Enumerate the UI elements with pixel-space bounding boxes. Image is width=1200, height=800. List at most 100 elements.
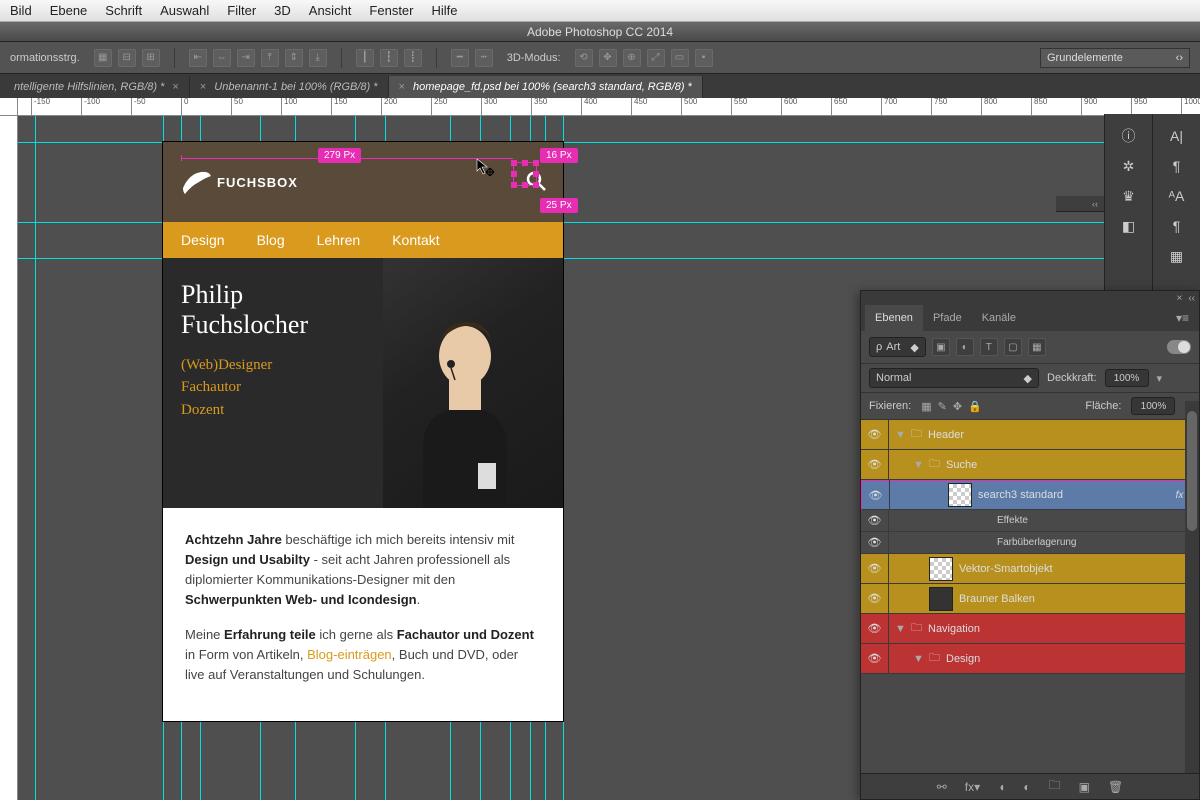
character-panel-icon[interactable]: A| (1153, 122, 1200, 150)
close-icon[interactable]: × (399, 81, 405, 93)
menu-item[interactable]: Fenster (369, 3, 413, 18)
layer-row[interactable]: 👁▼🗀Navigation (861, 614, 1199, 644)
guide[interactable] (35, 116, 36, 800)
visibility-icon[interactable]: 👁 (861, 450, 889, 480)
align-left-icon[interactable]: ⇤ (189, 49, 207, 67)
menu-item[interactable]: Auswahl (160, 3, 209, 18)
menu-item[interactable]: 3D (274, 3, 291, 18)
lock-all-icon[interactable]: 🔒 (968, 400, 982, 413)
filter-type-icon[interactable]: T (980, 338, 998, 356)
close-icon[interactable]: × (1176, 293, 1182, 304)
close-icon[interactable]: × (172, 81, 178, 93)
visibility-icon[interactable]: 👁 (861, 584, 889, 614)
distribute-icon[interactable]: ┋ (404, 49, 422, 67)
new-layer-icon[interactable]: ▣ (1079, 780, 1090, 794)
info-panel-icon[interactable]: ⓘ (1105, 122, 1152, 150)
dropdown-icon[interactable]: ▾ (1157, 372, 1163, 385)
doc-tab[interactable]: ×homepage_fd.psd bei 100% (search3 stand… (389, 76, 703, 98)
filter-shape-icon[interactable]: ▢ (1004, 338, 1022, 356)
align-center-icon[interactable]: ⇔ (213, 49, 231, 67)
align-right-icon[interactable]: ⇥ (237, 49, 255, 67)
visibility-icon[interactable]: 👁 (862, 480, 890, 510)
delete-layer-icon[interactable]: 🗑 (1108, 780, 1123, 794)
distribute-icon[interactable]: ┇ (380, 49, 398, 67)
tab-layers[interactable]: Ebenen (865, 305, 923, 331)
close-icon[interactable]: × (200, 81, 206, 93)
menu-item[interactable]: Ansicht (309, 3, 352, 18)
layer-row[interactable]: 👁Brauner Balken (861, 584, 1199, 614)
move-icon[interactable]: ⊕ (623, 49, 641, 67)
filter-toggle[interactable] (1167, 340, 1191, 354)
swatches-icon[interactable]: ▦ (1153, 242, 1200, 270)
glyphs-icon[interactable]: ᴬA (1153, 182, 1200, 210)
orbit-icon[interactable]: ⟲ (575, 49, 593, 67)
scrollbar[interactable] (1185, 401, 1199, 773)
ruler-vertical[interactable] (0, 116, 18, 800)
layer-row[interactable]: 👁▼🗀Header (861, 420, 1199, 450)
filter-pixel-icon[interactable]: ▣ (932, 338, 950, 356)
doc-tab[interactable]: ×Unbenannt-1 bei 100% (RGB/8) * (190, 76, 389, 98)
panel-chrome[interactable]: × ‹‹ (861, 291, 1199, 305)
lock-transparent-icon[interactable]: ▦ (921, 400, 931, 413)
filter-smart-icon[interactable]: ▦ (1028, 338, 1046, 356)
align-icon[interactable]: ⊟ (118, 49, 136, 67)
layer-filter-dropdown[interactable]: ρArt◆ (869, 337, 926, 357)
visibility-icon[interactable]: 👁 (861, 614, 889, 644)
tab-paths[interactable]: Pfade (923, 305, 972, 331)
scale-icon[interactable]: ⤢ (647, 49, 665, 67)
blend-mode-dropdown[interactable]: Normal◆ (869, 368, 1039, 388)
workspace-dropdown[interactable]: Grundelemente‹› (1040, 48, 1190, 68)
lock-position-icon[interactable]: ✥ (953, 400, 962, 413)
layers-icon[interactable]: ◧ (1105, 212, 1152, 240)
visibility-icon[interactable]: 👁 (861, 554, 889, 584)
align-top-icon[interactable]: ⤒ (261, 49, 279, 67)
fill-input[interactable]: 100% (1131, 397, 1175, 415)
align-bottom-icon[interactable]: ⤓ (309, 49, 327, 67)
distribute-icon[interactable]: ┅ (475, 49, 493, 67)
mac-menubar[interactable]: Bild Ebene Schrift Auswahl Filter 3D Ans… (0, 0, 1200, 22)
layer-mask-icon[interactable]: ◖ (998, 780, 1005, 794)
paragraph-panel-icon[interactable]: ¶ (1153, 152, 1200, 180)
panel-menu-icon[interactable]: ▾≡ (1170, 311, 1195, 325)
ruler-origin[interactable] (0, 98, 18, 116)
layer-row[interactable]: 👁▼🗀Suche (861, 450, 1199, 480)
distribute-icon[interactable]: ━ (451, 49, 469, 67)
collapse-icon[interactable]: ‹‹ (1188, 293, 1195, 304)
menu-item[interactable]: Bild (10, 3, 32, 18)
guide[interactable] (563, 116, 564, 800)
menu-item[interactable]: Filter (227, 3, 256, 18)
layer-row[interactable]: 👁▼🗀Design (861, 644, 1199, 674)
menu-item[interactable]: Hilfe (432, 3, 458, 18)
tab-channels[interactable]: Kanäle (972, 305, 1026, 331)
slide-icon[interactable]: ▭ (671, 49, 689, 67)
layer-fx-icon[interactable]: fx▾ (965, 780, 980, 794)
align-middle-icon[interactable]: ⇕ (285, 49, 303, 67)
doc-tab[interactable]: ntelligente Hilfslinien, RGB/8) *× (4, 76, 190, 98)
mock-header: FUCHSBOX (163, 142, 563, 222)
layer-effect[interactable]: 👁Effekte (861, 510, 1199, 532)
visibility-icon[interactable]: 👁 (861, 420, 889, 450)
menu-item[interactable]: Schrift (105, 3, 142, 18)
align-icon[interactable]: ⊞ (142, 49, 160, 67)
layer-row[interactable]: 👁Vektor-Smartobjekt (861, 554, 1199, 584)
new-group-icon[interactable]: 🗀 (1049, 776, 1061, 797)
pan-icon[interactable]: ✥ (599, 49, 617, 67)
opacity-input[interactable]: 100% (1105, 369, 1149, 387)
styles-icon[interactable]: ¶ (1153, 212, 1200, 240)
menu-item[interactable]: Ebene (50, 3, 88, 18)
distribute-icon[interactable]: ┃ (356, 49, 374, 67)
ruler-horizontal[interactable]: -150-100-5005010015020025030035040045050… (18, 98, 1200, 116)
filter-adjust-icon[interactable]: ◐ (956, 338, 974, 356)
lock-pixels-icon[interactable]: ✎ (938, 400, 947, 413)
adjustment-layer-icon[interactable]: ◐ (1023, 780, 1030, 794)
visibility-icon[interactable]: 👁 (861, 644, 889, 674)
selection-box[interactable] (513, 162, 537, 186)
layer-row[interactable]: 👁search3 standardfx ˄ (861, 480, 1199, 510)
link-layers-icon[interactable]: ⚯ (937, 780, 947, 794)
layer-effect[interactable]: 👁Farbüberlagerung (861, 532, 1199, 554)
navigator-icon[interactable]: ✲ (1105, 152, 1152, 180)
adjustments-icon[interactable]: ♛ (1105, 182, 1152, 210)
align-icon[interactable]: ▦ (94, 49, 112, 67)
panel-collapse[interactable]: ‹‹ (1056, 196, 1104, 212)
camera-icon[interactable]: ▪ (695, 49, 713, 67)
